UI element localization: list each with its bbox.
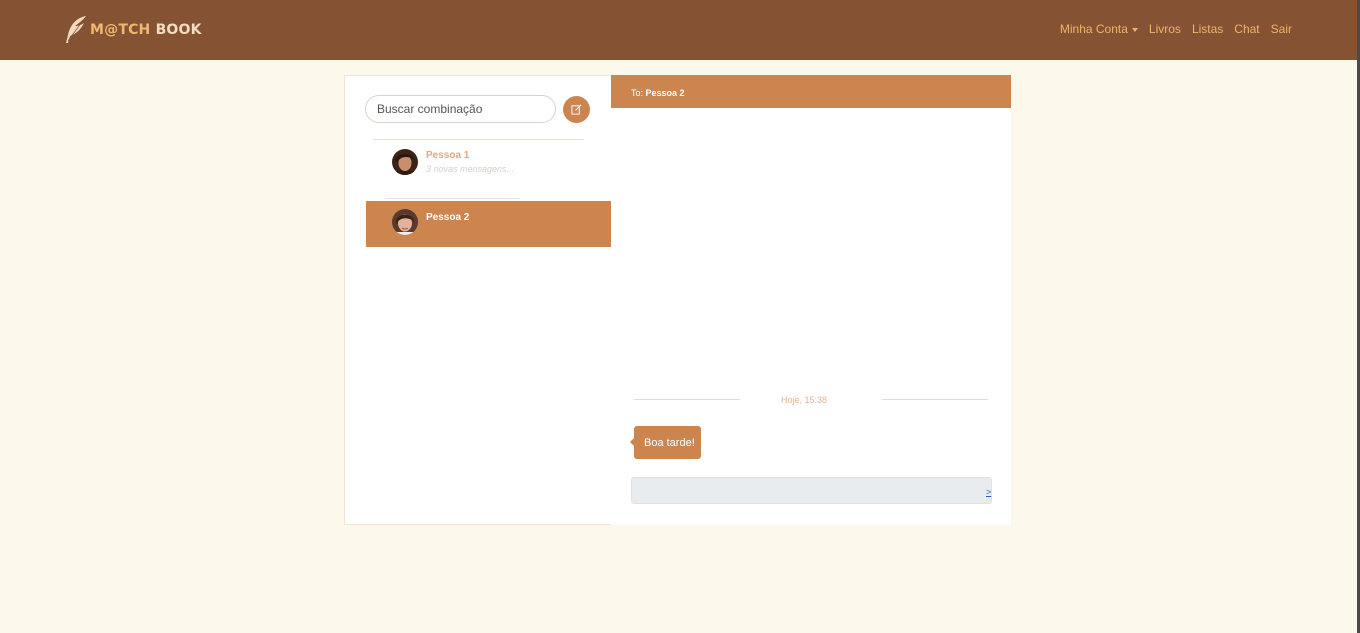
chat-contact-name: Pessoa 2 xyxy=(426,212,470,223)
chat-preview-text: 3 novas mensagens... xyxy=(426,164,515,174)
nav-link-chat[interactable]: Chat xyxy=(1234,22,1259,36)
recipient-label: To: Pessoa 2 xyxy=(631,88,685,98)
edit-icon xyxy=(571,104,582,115)
recipient-name: Pessoa 2 xyxy=(645,88,685,98)
search-button[interactable] xyxy=(563,96,590,123)
conversation-header: To: Pessoa 2 xyxy=(611,75,1011,108)
chat-list-divider xyxy=(385,198,520,199)
message-field xyxy=(631,477,992,504)
brand-logo[interactable]: M@TCH BOOK xyxy=(62,15,202,45)
top-navbar: M@TCH BOOK Minha Conta Livros Listas Cha… xyxy=(0,0,1360,60)
feather-icon xyxy=(66,16,86,43)
brand-name: M@TCH BOOK xyxy=(90,22,202,38)
nav-account-dropdown[interactable]: Minha Conta xyxy=(1060,22,1138,36)
message-input[interactable] xyxy=(632,478,991,503)
avatar xyxy=(392,209,418,235)
nav-link-books[interactable]: Livros xyxy=(1149,22,1181,36)
nav-link-lists[interactable]: Listas xyxy=(1192,22,1223,36)
brand-name-part-b: BOOK xyxy=(155,22,202,38)
inbox-divider xyxy=(373,139,584,140)
timestamp-divider-left xyxy=(634,399,740,400)
inbox-panel: Pessoa 1 3 novas mensagens... Pessoa 2 xyxy=(344,75,611,525)
message-text: Boa tarde! xyxy=(644,436,695,449)
nav-link-logout[interactable]: Sair xyxy=(1271,22,1292,36)
chat-contact-name: Pessoa 1 xyxy=(426,150,470,161)
avatar xyxy=(392,149,418,175)
message-timestamp: Hoje, 15:38 xyxy=(781,395,828,405)
search-field xyxy=(365,95,556,123)
chat-list-item-active[interactable]: Pessoa 2 xyxy=(366,201,611,247)
send-button[interactable]: > xyxy=(986,487,991,497)
conversation-panel: To: Pessoa 2 Hoje, 15:38 Boa tarde! > xyxy=(611,75,1011,525)
chat-list-item[interactable]: Pessoa 1 3 novas mensagens... xyxy=(366,144,611,190)
message-bubble: Boa tarde! xyxy=(630,426,701,459)
recipient-prefix: To: xyxy=(631,88,644,98)
search-input[interactable] xyxy=(366,96,555,122)
nav-account-label: Minha Conta xyxy=(1059,22,1128,36)
timestamp-divider-right xyxy=(882,399,988,400)
brand-name-part-a: M@TCH xyxy=(90,22,151,38)
caret-down-icon xyxy=(1131,27,1138,32)
main-nav: Minha Conta Livros Listas Chat Sair xyxy=(1060,22,1292,36)
